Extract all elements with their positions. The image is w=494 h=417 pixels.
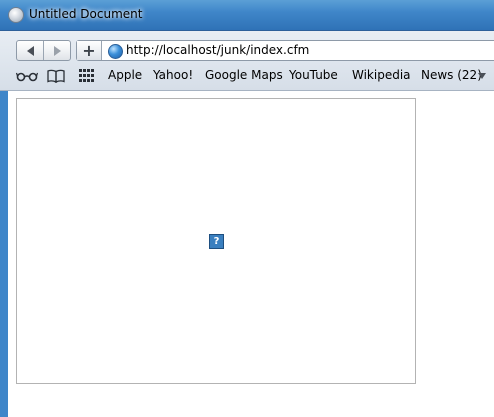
url-input[interactable]: [126, 41, 486, 60]
back-arrow-icon: [26, 45, 34, 56]
globe-icon: [108, 44, 123, 59]
back-forward-group: [16, 40, 71, 61]
chevron-down-icon[interactable]: [478, 73, 486, 79]
bookmarks-bar: Apple Yahoo! Google Maps YouTube Wikiped…: [16, 67, 494, 85]
reader-glasses-icon[interactable]: [16, 69, 38, 83]
bookmark-news-folder[interactable]: News (22): [421, 68, 482, 82]
embedded-content-frame: ?: [16, 98, 416, 384]
forward-button[interactable]: [44, 41, 70, 60]
address-bar: +: [76, 40, 494, 61]
bookmark-apple[interactable]: Apple: [108, 68, 142, 82]
window-titlebar[interactable]: Untitled Document: [0, 0, 494, 31]
bookmark-google-maps[interactable]: Google Maps: [205, 68, 283, 82]
add-bookmark-button[interactable]: +: [77, 41, 102, 60]
missing-plugin-icon[interactable]: ?: [209, 234, 224, 249]
safari-app-icon[interactable]: [8, 7, 24, 23]
bookmark-yahoo[interactable]: Yahoo!: [153, 68, 193, 82]
top-sites-grid-icon[interactable]: [79, 69, 94, 83]
forward-arrow-icon: [53, 45, 61, 56]
back-button[interactable]: [17, 41, 43, 60]
bookmark-youtube[interactable]: YouTube: [289, 68, 338, 82]
browser-toolbar: + Apple Yah: [0, 31, 494, 91]
open-book-icon[interactable]: [47, 69, 65, 83]
window-title: Untitled Document: [29, 7, 143, 21]
bookmark-wikipedia[interactable]: Wikipedia: [352, 68, 411, 82]
